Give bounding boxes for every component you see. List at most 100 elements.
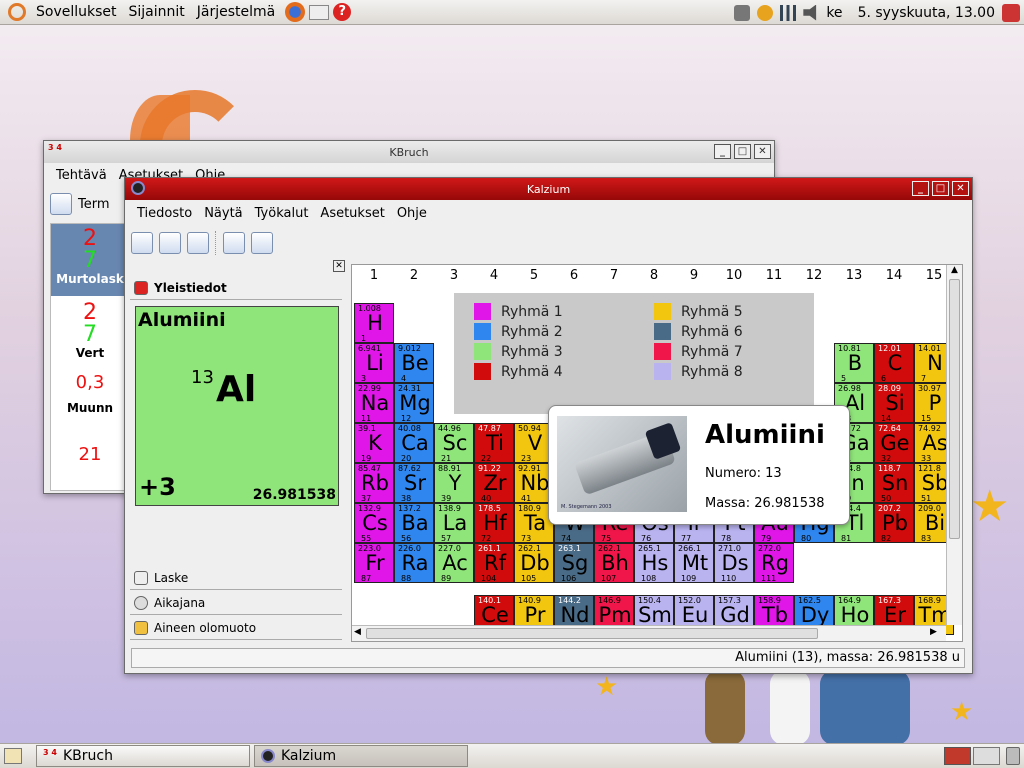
scroll-right-arrow[interactable]: ▶ [930,627,937,637]
info-tab-icon [134,280,148,295]
element-cell-k[interactable]: 39.1 K 19 [354,423,394,463]
element-symbol-label: La [442,511,468,535]
workspace-1[interactable] [944,747,971,765]
element-cell-hs[interactable]: 265.1 Hs 108 [634,543,674,583]
element-number-label: 15 [921,414,932,423]
scroll-up-arrow[interactable]: ▲ [947,265,962,279]
element-cell-sn[interactable]: 118.7 Sn 50 [874,463,914,503]
taskbar-item-kalzium[interactable]: Kalzium [254,745,468,767]
element-cell-ra[interactable]: 226.0 Ra 88 [394,543,434,583]
element-cell-na[interactable]: 22.99 Na 11 [354,383,394,423]
taskbar-item-kbruch[interactable]: 3 4 KBruch [36,745,250,767]
show-desktop-icon[interactable] [4,748,22,764]
element-cell-be[interactable]: 9.012 Be 4 [394,343,434,383]
element-cell-la[interactable]: 138.9 La 57 [434,503,474,543]
element-cell-db[interactable]: 262.1 Db 105 [514,543,554,583]
horizontal-scrollbar[interactable]: ◀ ▶ [352,625,946,641]
element-cell-ac[interactable]: 227.0 Ac 89 [434,543,474,583]
element-cell-li[interactable]: 6.941 Li 3 [354,343,394,383]
tab-general-info[interactable]: Yleistiedot [130,276,342,300]
kbruch-titlebar[interactable]: 3 4 KBruch _ □ ✕ [44,141,774,163]
vertical-scrollbar[interactable]: ▲ [946,265,962,625]
scrollbar-thumb[interactable] [366,628,818,639]
kbruch-mode-factorize[interactable]: 21 [51,436,129,476]
element-symbol-label: B [847,351,863,375]
menu-file[interactable]: Tiedosto [131,206,198,221]
element-cell-si[interactable]: 28.09 Si 14 [874,383,914,423]
star-icon: ★ [970,481,1010,532]
kbruch-mode-compare[interactable]: 2 7 Vert [51,296,129,366]
data-icon[interactable] [187,232,209,254]
kbruch-mode-convert[interactable]: 0,3 Muunn [51,366,129,436]
element-symbol-label: Y [448,471,462,495]
element-cell-cs[interactable]: 132.9 Cs 55 [354,503,394,543]
scroll-left-arrow[interactable]: ◀ [354,627,361,637]
ubuntu-logo-icon[interactable] [8,3,26,21]
element-card-icon[interactable] [159,232,181,254]
element-cell-ca[interactable]: 40.08 Ca 20 [394,423,434,463]
kbruch-menu-task[interactable]: Tehtävä [50,168,113,183]
menu-tools[interactable]: Työkalut [249,206,315,221]
kalzium-titlebar[interactable]: Kalzium _ □ ✕ [125,178,972,200]
menu-view[interactable]: Näytä [198,206,248,221]
minimize-button[interactable]: _ [912,181,929,196]
element-cell-fr[interactable]: 223.0 Fr 87 [354,543,394,583]
firefox-icon[interactable] [285,2,306,22]
element-cell-y[interactable]: 88.91 Y 39 [434,463,474,503]
element-cell-hf[interactable]: 178.5 Hf 72 [474,503,514,543]
close-button[interactable]: ✕ [754,144,771,159]
list-view-icon[interactable] [131,232,153,254]
element-cell-rb[interactable]: 85.47 Rb 37 [354,463,394,503]
panel-close-button[interactable]: ✕ [333,260,345,272]
periodic-table-view[interactable]: 1 2 3 4 5 6 7 8 9 10 11 12 13 14 15 Ryhmä 1 Ryhmä 2 Ry… [351,264,963,642]
menu-help[interactable]: Ohje [391,206,433,221]
close-button[interactable]: ✕ [952,181,969,196]
menu-places[interactable]: Sijainnit [123,0,191,25]
tab-calculate[interactable]: Laske [130,566,342,590]
element-cell-sr[interactable]: 87.62 Sr 38 [394,463,434,503]
element-cell-h[interactable]: 1.008 H 1 [354,303,394,343]
workspace-2[interactable] [973,747,1000,765]
element-cell-ti[interactable]: 47.87 Ti 22 [474,423,514,463]
element-cell-pb[interactable]: 207.2 Pb 82 [874,503,914,543]
element-cell-c[interactable]: 12.01 C 6 [874,343,914,383]
glossary-icon[interactable] [251,232,273,254]
shutdown-icon[interactable] [1002,3,1020,22]
clock-weekday[interactable]: ke [826,5,842,21]
element-cell-sg[interactable]: 263.1 Sg 106 [554,543,594,583]
element-cell-rg[interactable]: 272.0 Rg 111 [754,543,794,583]
element-cell-sc[interactable]: 44.96 Sc 21 [434,423,474,463]
maximize-button[interactable]: □ [734,144,751,159]
kbruch-toolbar-label[interactable]: Term [78,197,110,212]
clock-datetime[interactable]: 5. syyskuuta, 13.00 [858,5,995,21]
scrollbar-thumb[interactable] [949,279,960,539]
element-cell-mg[interactable]: 24.31 Mg 12 [394,383,434,423]
minimize-button[interactable]: _ [714,144,731,159]
volume-icon[interactable] [803,4,817,21]
maximize-button[interactable]: □ [932,181,949,196]
users-icon[interactable] [734,4,751,21]
plot-data-icon[interactable] [223,232,245,254]
element-cell-zr[interactable]: 91.22 Zr 40 [474,463,514,503]
help-icon[interactable]: ? [333,3,352,21]
kalzium-window[interactable]: Kalzium _ □ ✕ Tiedosto Näytä Työkalut As… [124,177,973,674]
element-cell-ba[interactable]: 137.2 Ba 56 [394,503,434,543]
menu-applications[interactable]: Sovellukset [30,0,123,25]
element-cell-rf[interactable]: 261.1 Rf 104 [474,543,514,583]
network-signal-icon[interactable] [780,4,797,21]
element-cell-ge[interactable]: 72.64 Ge 32 [874,423,914,463]
trash-icon[interactable] [1006,747,1020,765]
update-icon[interactable] [757,4,774,21]
workspace-switcher[interactable] [944,747,1000,765]
kbruch-mode-fractions[interactable]: 2 7 Murtolask [51,224,129,296]
new-task-icon[interactable] [50,193,72,215]
menu-settings[interactable]: Asetukset [314,206,390,221]
element-cell-b[interactable]: 10.81 B 5 [834,343,874,383]
tab-timeline[interactable]: Aikajana [130,591,342,615]
element-cell-mt[interactable]: 266.1 Mt 109 [674,543,714,583]
mail-icon[interactable] [309,4,330,20]
menu-system[interactable]: Järjestelmä [191,0,281,25]
element-cell-ds[interactable]: 271.0 Ds 110 [714,543,754,583]
tab-state-of-matter[interactable]: Aineen olomuoto [130,616,342,640]
element-cell-bh[interactable]: 262.1 Bh 107 [594,543,634,583]
